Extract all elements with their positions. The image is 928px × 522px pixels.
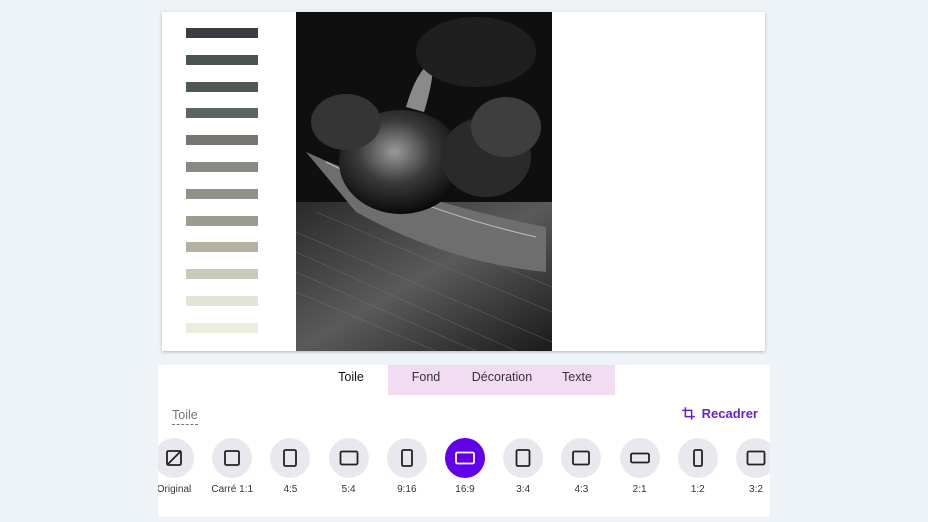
ratio-option[interactable]: 9:16 — [378, 437, 436, 495]
ratio-option[interactable]: 1:2 — [669, 437, 727, 495]
tab-decoration[interactable]: Décoration — [464, 365, 540, 395]
ratio-option-circle — [158, 438, 194, 478]
palette-swatch — [186, 269, 258, 280]
ratio-option-circle — [677, 438, 718, 478]
tab-bar: Toile Fond Décoration Texte — [158, 365, 770, 395]
ratio-option-label: Carré 1:1 — [211, 484, 254, 495]
ratio-option-circle — [503, 438, 544, 478]
ratio-option[interactable]: 4:5 — [261, 437, 319, 495]
editor-panel: Toile Fond Décoration Texte Toile Recadr… — [158, 365, 770, 517]
portrait-4-5-icon — [283, 449, 298, 467]
palette-swatch — [186, 215, 258, 226]
ratio-option-circle — [619, 438, 660, 478]
palette-swatch — [186, 295, 258, 306]
portrait-3-4-icon — [515, 449, 531, 467]
ratio-option-label: 4:5 — [283, 484, 298, 495]
ratio-option[interactable]: Original — [158, 437, 203, 495]
ratio-option-circle — [445, 438, 485, 478]
tab-toile[interactable]: Toile — [318, 365, 384, 395]
ratio-option[interactable]: Carré 1:1 — [203, 437, 261, 495]
ratio-option-circle — [212, 438, 253, 478]
recadrer-label: Recadrer — [701, 406, 758, 421]
color-palette — [186, 28, 258, 350]
palette-swatch — [186, 242, 258, 253]
ratio-option-circle — [386, 438, 427, 478]
ratio-option-label: 1:2 — [690, 484, 705, 495]
ratio-option-circle — [561, 438, 602, 478]
ratio-option-circle — [270, 438, 311, 478]
palette-swatch — [186, 28, 258, 38]
fig-photo — [296, 12, 552, 351]
square-icon — [224, 450, 241, 466]
canvas-preview — [162, 12, 765, 351]
ratio-option-label: 16:9 — [455, 484, 475, 495]
ratio-option-circle — [328, 438, 369, 478]
ratio-option[interactable]: 2:1 — [611, 437, 669, 495]
tab-texte[interactable]: Texte — [550, 365, 604, 395]
ratio-option-circle — [736, 438, 770, 478]
ratio-option-label: 4:3 — [574, 484, 589, 495]
ratio-option[interactable]: 16:9 — [436, 437, 494, 495]
ratio-selector: Original Carré 1:1 4:5 5:4 9:16 16:9 3:4 4:3 2:1… — [158, 437, 770, 507]
palette-swatch — [186, 54, 258, 65]
photo-image — [296, 12, 552, 351]
ratio-option-label: 5:4 — [341, 484, 356, 495]
landscape-3-2-icon — [746, 450, 766, 466]
portrait-9-16-icon — [400, 449, 413, 467]
landscape-16-9-icon — [455, 451, 475, 465]
palette-swatch — [186, 188, 258, 199]
ratio-option-label: 9:16 — [397, 484, 417, 495]
landscape-2-1-icon — [629, 452, 650, 464]
landscape-5-4-icon — [339, 450, 358, 466]
tab-fond[interactable]: Fond — [398, 365, 454, 395]
palette-swatch — [186, 135, 258, 146]
ratio-option[interactable]: 3:2 — [727, 437, 770, 495]
ratio-option-label: 2:1 — [632, 484, 647, 495]
ratio-option-label: 3:2 — [749, 484, 763, 495]
original-slash-icon — [166, 450, 182, 466]
palette-swatch — [186, 322, 258, 333]
ratio-option[interactable]: 5:4 — [320, 437, 378, 495]
ratio-option-label: 3:4 — [516, 484, 531, 495]
crop-icon — [681, 407, 695, 420]
recadrer-button[interactable]: Recadrer — [681, 406, 758, 421]
ratio-option[interactable]: 4:3 — [552, 437, 610, 495]
portrait-1-2-icon — [692, 449, 703, 467]
palette-swatch — [186, 161, 258, 172]
palette-swatch — [186, 108, 258, 119]
palette-swatch — [186, 81, 258, 92]
ratio-option-label: Original — [158, 484, 192, 495]
ratio-option[interactable]: 3:4 — [494, 437, 552, 495]
landscape-4-3-icon — [572, 450, 591, 466]
section-label: Toile — [172, 408, 198, 425]
